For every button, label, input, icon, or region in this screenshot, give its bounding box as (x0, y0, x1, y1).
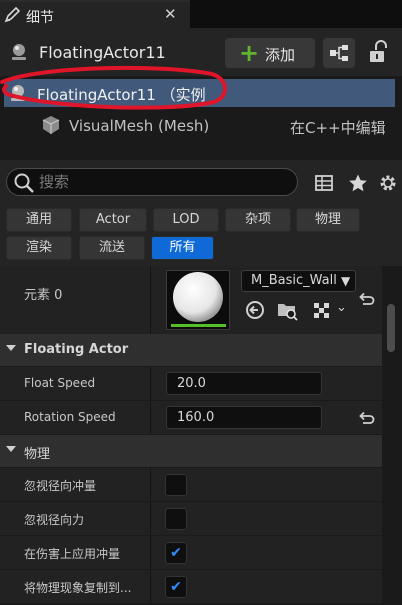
lock-icon[interactable] (366, 40, 390, 66)
tree-row-mesh-label: VisualMesh (Mesh) (69, 117, 210, 135)
material-select-value: M_Basic_Wall (251, 273, 337, 288)
material-thumbnail[interactable] (166, 270, 230, 330)
filter-chip-physics[interactable]: 物理 (296, 208, 360, 232)
chevron-down-icon[interactable]: ⌄ (336, 300, 358, 322)
actor-header: FloatingActor11 + 添加 (0, 28, 402, 76)
property-label: 忽视径向力 (24, 513, 85, 527)
section-floating-actor[interactable]: Floating Actor (0, 334, 382, 366)
filter-chip-misc[interactable]: 杂项 (225, 208, 291, 232)
property-ignore-radial-force: 忽视径向力 (0, 502, 382, 535)
add-label: 添加 (265, 46, 296, 64)
property-label: 忽视径向冲量 (24, 479, 97, 493)
edit-in-cpp-link[interactable]: 在C++中编辑 (290, 117, 386, 138)
filter-panel: 通用 Actor LOD 杂项 物理 渲染 流送 所有 (0, 160, 402, 266)
section-physics[interactable]: 物理 (0, 435, 382, 467)
actor-icon (11, 85, 25, 101)
section-title: Floating Actor (24, 342, 129, 357)
plus-icon: + (239, 39, 260, 67)
property-label: Rotation Speed (24, 410, 116, 424)
replicate-physics-checkbox[interactable]: ✔ (165, 576, 187, 598)
collapse-arrow-icon (6, 345, 16, 351)
rotation-speed-input[interactable]: 160.0 (166, 406, 322, 429)
chevron-down-icon: ▼ (341, 274, 351, 288)
filter-chip-rendering[interactable]: 渲染 (6, 236, 72, 260)
use-selected-asset-icon[interactable] (244, 299, 266, 321)
tab-close-icon[interactable]: ✕ (164, 5, 177, 23)
blueprint-button[interactable] (323, 38, 355, 68)
actor-icon (12, 44, 26, 60)
filter-chip-general[interactable]: 通用 (6, 208, 72, 232)
property-rotation-speed: Rotation Speed 160.0 (0, 401, 382, 434)
material-element-label: 元素 0 (24, 288, 63, 303)
float-speed-input[interactable]: 20.0 (166, 372, 322, 395)
ignore-radial-force-checkbox[interactable] (165, 508, 187, 530)
search-icon (14, 173, 34, 193)
browse-folder-icon[interactable] (276, 299, 298, 321)
component-tree: FloatingActor11 （实例 VisualMesh (Mesh) 在C… (0, 76, 402, 160)
reset-to-default-icon[interactable] (357, 291, 375, 305)
property-label: Float Speed (24, 376, 96, 390)
filter-chip-streaming[interactable]: 流送 (79, 236, 145, 260)
filter-chip-all[interactable]: 所有 (151, 236, 214, 260)
property-label: 将物理现象复制到... (24, 581, 132, 595)
material-select[interactable]: M_Basic_Wall ▼ (241, 270, 356, 292)
section-title: 物理 (24, 447, 51, 462)
search-box[interactable] (6, 168, 298, 196)
actor-name: FloatingActor11 (39, 43, 166, 62)
ignore-radial-impulse-checkbox[interactable] (165, 474, 187, 496)
apply-impulse-on-damage-checkbox[interactable]: ✔ (165, 542, 187, 564)
tab-title: 细节 (26, 10, 54, 26)
property-apply-impulse-on-damage: 在伤害上应用冲量 ✔ (0, 536, 382, 569)
material-element-row: 元素 0 M_Basic_Wall ▼ ⌄ (0, 266, 382, 334)
property-replicate-physics: 将物理现象复制到... ✔ (0, 570, 382, 603)
filter-chip-actor[interactable]: Actor (79, 208, 147, 232)
details-pencil-icon (4, 6, 21, 23)
tree-row-actor-label: FloatingActor11 （实例 (37, 86, 206, 104)
property-matrix-icon[interactable] (314, 173, 334, 193)
property-float-speed: Float Speed 20.0 (0, 367, 382, 400)
static-mesh-icon (42, 116, 60, 134)
tab-details[interactable]: 细节 ✕ (0, 0, 190, 28)
reset-to-default-icon[interactable] (357, 410, 375, 424)
settings-gear-icon[interactable] (378, 173, 398, 193)
filter-chip-lod[interactable]: LOD (153, 208, 219, 232)
collapse-arrow-icon (6, 446, 16, 452)
material-sphere-preview (173, 272, 223, 322)
favorite-star-icon[interactable] (348, 173, 368, 193)
property-label: 在伤害上应用冲量 (24, 547, 121, 561)
search-input[interactable] (39, 172, 289, 192)
material-type-bar (171, 324, 226, 327)
tree-row-actor-instance[interactable]: FloatingActor11 （实例 (4, 79, 395, 107)
scrollbar-thumb[interactable] (387, 304, 395, 352)
details-panel: 元素 0 M_Basic_Wall ▼ ⌄ Floating Actor Flo… (0, 266, 402, 605)
tab-bar: 细节 ✕ (0, 0, 402, 28)
blueprint-icon (330, 45, 348, 61)
add-component-button[interactable]: + 添加 (225, 38, 315, 68)
property-ignore-radial-impulse: 忽视径向冲量 (0, 468, 382, 501)
texture-checker-icon[interactable] (310, 299, 332, 321)
